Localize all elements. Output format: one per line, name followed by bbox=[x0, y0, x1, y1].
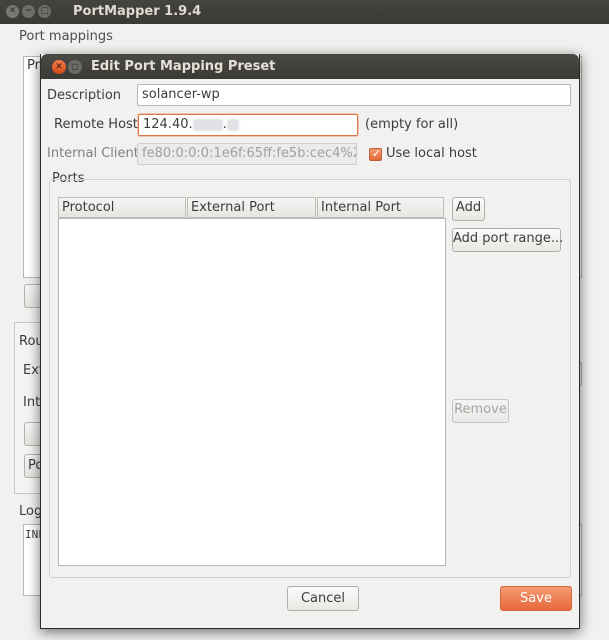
close-icon: ✕ bbox=[8, 6, 17, 16]
main-minimize-button[interactable]: − bbox=[22, 5, 35, 18]
column-header-external-port[interactable]: External Port bbox=[187, 197, 316, 218]
cancel-button[interactable]: Cancel bbox=[287, 586, 359, 611]
checkmark-icon: ✓ bbox=[371, 147, 382, 160]
use-local-host-label: Use local host bbox=[386, 146, 477, 161]
dialog-close-button[interactable]: ✕ bbox=[52, 60, 66, 74]
use-local-host-checkbox[interactable]: ✓ bbox=[369, 147, 382, 161]
edit-preset-dialog: ✕ ▢ Edit Port Mapping Preset Description… bbox=[40, 54, 580, 629]
redacted-ip-segment bbox=[192, 118, 223, 131]
port-mappings-label: Port mappings bbox=[19, 29, 113, 44]
remote-host-value: 124.40. bbox=[143, 117, 193, 132]
column-header-protocol[interactable]: Protocol bbox=[58, 197, 186, 218]
bg-log-fragment: Log bbox=[19, 504, 43, 519]
description-field[interactable]: solancer-wp bbox=[137, 84, 571, 106]
dialog-titlebar: ✕ ▢ Edit Port Mapping Preset bbox=[41, 54, 579, 79]
main-window-title: PortMapper 1.9.4 bbox=[73, 4, 202, 19]
remove-button[interactable]: Remove bbox=[452, 399, 509, 423]
maximize-icon: ▢ bbox=[40, 6, 49, 16]
column-header-internal-port[interactable]: Internal Port bbox=[317, 197, 444, 218]
internal-client-field[interactable]: fe80:0:0:0:1e6f:65ff:fe5b:cec4%2 bbox=[137, 143, 357, 165]
description-label: Description bbox=[47, 88, 122, 103]
add-port-range-button[interactable]: Add port range... bbox=[452, 228, 563, 252]
ports-table[interactable] bbox=[58, 218, 446, 566]
dialog-maximize-button[interactable]: ▢ bbox=[68, 60, 82, 74]
main-close-button[interactable]: ✕ bbox=[6, 5, 19, 18]
close-icon: ✕ bbox=[55, 62, 63, 72]
redacted-ip-segment-2 bbox=[226, 118, 239, 131]
add-button[interactable]: Add bbox=[452, 197, 485, 221]
main-titlebar: ✕ − ▢ PortMapper 1.9.4 bbox=[0, 0, 609, 24]
maximize-icon: ▢ bbox=[71, 62, 79, 71]
save-button[interactable]: Save bbox=[500, 586, 572, 611]
remote-host-label: Remote Host bbox=[54, 117, 138, 132]
remote-host-hint: (empty for all) bbox=[365, 117, 459, 132]
internal-client-label: Internal Client bbox=[47, 146, 139, 161]
bg-column-fragment: Pr bbox=[27, 58, 40, 73]
main-maximize-button[interactable]: ▢ bbox=[38, 5, 51, 18]
dialog-title: Edit Port Mapping Preset bbox=[91, 59, 276, 74]
remote-host-field[interactable]: 124.40.. bbox=[138, 114, 358, 136]
minimize-icon: − bbox=[24, 6, 33, 16]
